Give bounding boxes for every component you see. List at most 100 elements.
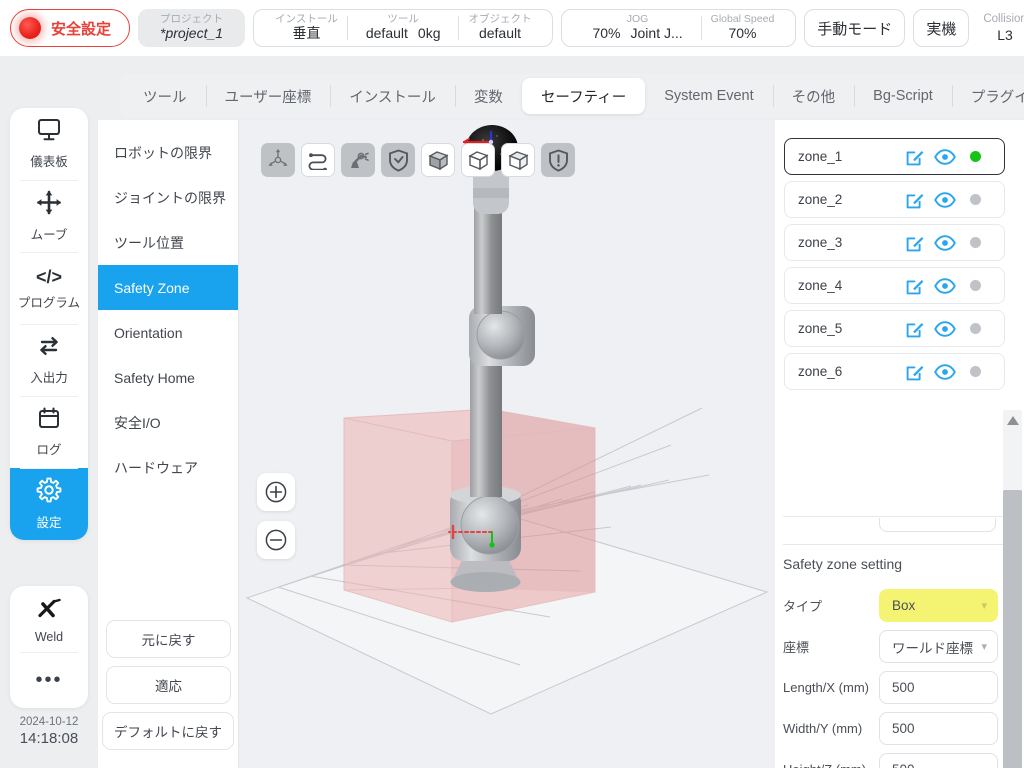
speed-chip[interactable]: JOG 70% Joint J... Global Speed 70% <box>561 9 797 47</box>
tool-field[interactable]: ツール default 0kg <box>348 14 459 41</box>
status-badge[interactable] <box>960 194 990 205</box>
zone-name: zone_2 <box>798 192 843 207</box>
tab-other[interactable]: その他 <box>772 78 855 114</box>
rail-item-weld[interactable]: Weld <box>10 586 88 652</box>
sidebar-item-robot-limits[interactable]: ロボットの限界 <box>98 130 238 175</box>
collision-status[interactable]: Collision L3 <box>977 13 1024 42</box>
robot-target-button[interactable]: 実機 <box>913 9 970 47</box>
calendar-icon <box>37 406 61 435</box>
object-field[interactable]: オブジェクト default <box>459 14 540 41</box>
undo-button[interactable]: 元に戻す <box>106 620 231 658</box>
rail-item-io[interactable]: 入出力 <box>10 324 88 396</box>
tab-user-frame[interactable]: ユーザー座標 <box>205 78 331 114</box>
scroll-up-icon[interactable] <box>1003 410 1022 430</box>
visibility-icon[interactable] <box>930 277 960 294</box>
width-input[interactable]: 500 <box>879 712 998 745</box>
edit-icon[interactable] <box>900 147 930 167</box>
zone-name: zone_5 <box>798 321 843 336</box>
sidebar-item-orientation[interactable]: Orientation <box>98 310 238 355</box>
robot-upper-link <box>474 208 502 314</box>
project-value: *project_1 <box>160 25 224 42</box>
restrictions-value[interactable]: Limit <box>879 518 996 532</box>
status-badge[interactable] <box>960 237 990 248</box>
list-item[interactable]: zone_5 <box>784 310 1005 347</box>
object-value: default <box>478 25 521 42</box>
visibility-icon[interactable] <box>930 191 960 208</box>
cube-outline-icon[interactable] <box>501 143 535 177</box>
clock-time: 14:18:08 <box>19 729 79 747</box>
length-value: 500 <box>892 680 915 695</box>
tab-install[interactable]: インストール <box>330 78 455 114</box>
visibility-icon[interactable] <box>930 363 960 380</box>
visibility-icon[interactable] <box>930 148 960 165</box>
tab-variables[interactable]: 変数 <box>454 78 522 114</box>
rail-item-settings[interactable]: 設定 <box>10 468 88 540</box>
rail-item-log[interactable]: ログ <box>10 396 88 468</box>
edit-icon[interactable] <box>900 276 930 296</box>
coords-value: ワールド座標 <box>892 640 973 656</box>
reset-default-button[interactable]: デフォルトに戻す <box>102 712 234 750</box>
visibility-icon[interactable] <box>930 320 960 337</box>
rail-item-move[interactable]: ムーブ <box>10 180 88 252</box>
list-item[interactable]: zone_6 <box>784 353 1005 390</box>
sidebar-item-joint-limits[interactable]: ジョイントの限界 <box>98 175 238 220</box>
project-chip[interactable]: プロジェクト *project_1 <box>138 9 246 47</box>
trajectory-path-icon[interactable] <box>301 143 335 177</box>
rail-item-program[interactable]: </> プログラム <box>10 252 88 324</box>
type-select[interactable]: Box ▾ <box>879 589 998 622</box>
list-item[interactable]: zone_2 <box>784 181 1005 218</box>
rail-item-more[interactable]: ••• <box>10 652 88 708</box>
visibility-icon[interactable] <box>930 234 960 251</box>
tab-plugin[interactable]: プラグイン <box>951 78 1024 114</box>
rail-item-dashboard[interactable]: 儀表板 <box>10 108 88 180</box>
status-badge[interactable] <box>960 280 990 291</box>
tab-tool[interactable]: ツール <box>124 78 206 114</box>
scrollbar[interactable] <box>1003 410 1022 768</box>
status-badge[interactable] <box>960 151 990 162</box>
apply-button[interactable]: 適応 <box>106 666 231 704</box>
viewport-3d[interactable] <box>239 120 775 768</box>
cube-wireframe-icon[interactable] <box>461 143 495 177</box>
length-input[interactable]: 500 <box>879 671 998 704</box>
zoom-in-button[interactable] <box>257 473 295 511</box>
list-item[interactable]: zone_1 <box>784 138 1005 175</box>
sidebar-item-safety-home[interactable]: Safety Home <box>98 355 238 400</box>
status-badge[interactable] <box>960 366 990 377</box>
sidebar-item-safety-io[interactable]: 安全I/O <box>98 400 238 445</box>
robot-scene <box>245 125 769 715</box>
restrictions-row[interactable]: Restrictions Limit <box>783 518 996 540</box>
sidebar-item-safety-zone[interactable]: Safety Zone <box>98 265 238 310</box>
tab-bg-script[interactable]: Bg-Script <box>854 78 952 114</box>
height-input[interactable]: 500 <box>879 753 998 768</box>
sidebar-item-hardware[interactable]: ハードウェア <box>98 445 238 490</box>
axis-tripod-icon[interactable] <box>261 143 295 177</box>
status-badge[interactable] <box>960 323 990 334</box>
safety-settings-button[interactable]: 安全設定 <box>10 9 131 47</box>
edit-icon[interactable] <box>900 233 930 253</box>
edit-icon[interactable] <box>900 319 930 339</box>
coords-label: 座標 <box>783 640 810 655</box>
install-tool-object-chip[interactable]: インストール 垂直 ツール default 0kg オブジェクト default <box>253 9 554 47</box>
scrollbar-thumb[interactable] <box>1003 490 1022 768</box>
tab-system-event[interactable]: System Event <box>645 78 772 114</box>
robot-base <box>450 486 521 592</box>
robot-arm-icon[interactable] <box>341 143 375 177</box>
zoom-out-button[interactable] <box>257 521 295 559</box>
cube-solid-icon[interactable] <box>421 143 455 177</box>
move-arrows-icon <box>36 190 62 220</box>
shield-warning-icon[interactable] <box>541 143 575 177</box>
shield-check-icon[interactable] <box>381 143 415 177</box>
list-item[interactable]: zone_3 <box>784 224 1005 261</box>
tab-safety[interactable]: セーフティー <box>521 78 646 114</box>
global-speed-field[interactable]: Global Speed 70% <box>702 14 784 41</box>
list-item[interactable]: zone_4 <box>784 267 1005 304</box>
edit-icon[interactable] <box>900 190 930 210</box>
jog-field[interactable]: JOG 70% Joint J... <box>574 14 700 41</box>
coords-row: 座標 ワールド座標 ▾ <box>783 626 998 667</box>
type-value: Box <box>892 598 916 613</box>
mode-button[interactable]: 手動モード <box>804 9 906 47</box>
install-field[interactable]: インストール 垂直 <box>266 14 347 41</box>
coords-select[interactable]: ワールド座標 ▾ <box>879 630 998 663</box>
sidebar-item-tool-position[interactable]: ツール位置 <box>98 220 238 265</box>
edit-icon[interactable] <box>900 362 930 382</box>
